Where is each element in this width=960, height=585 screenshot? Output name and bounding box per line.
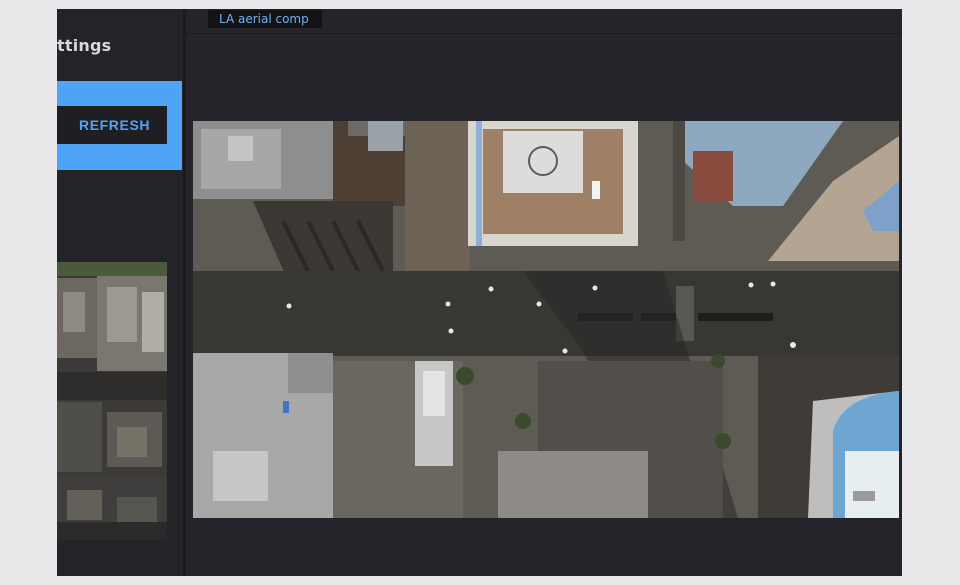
settings-panel: ttings REFRESH	[57, 9, 183, 576]
tab-bar-divider	[186, 33, 902, 34]
app-window: ttings REFRESH LA aerial comp	[57, 9, 902, 576]
aerial-thumbnail[interactable]	[57, 262, 167, 540]
refresh-button[interactable]: REFRESH	[57, 106, 167, 144]
composition-preview[interactable]	[193, 121, 899, 518]
panel-title: ttings	[57, 36, 112, 55]
composition-viewer: LA aerial comp	[186, 9, 902, 576]
tab-composition[interactable]: LA aerial comp	[208, 10, 322, 28]
